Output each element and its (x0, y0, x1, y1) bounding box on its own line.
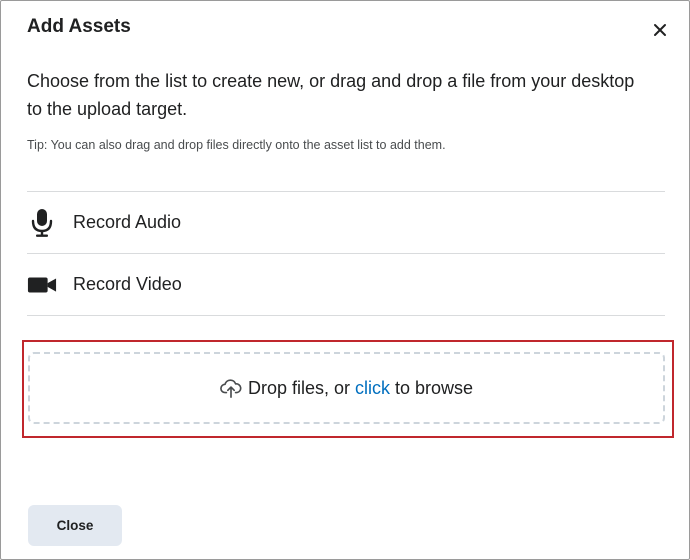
divider (27, 315, 665, 316)
record-video-label: Record Video (73, 274, 182, 294)
microphone-icon (27, 208, 57, 238)
cloud-upload-icon (220, 377, 242, 399)
browse-link[interactable]: click (355, 378, 390, 399)
video-camera-icon (27, 270, 57, 300)
dialog-intro-text: Choose from the list to create new, or d… (27, 71, 635, 119)
close-icon[interactable] (651, 21, 669, 39)
dropzone-suffix: to browse (395, 377, 474, 398)
record-audio-item[interactable]: Record Audio (27, 192, 665, 253)
record-audio-label: Record Audio (73, 212, 182, 232)
close-button[interactable]: Close (28, 505, 122, 546)
record-video-item[interactable]: Record Video (27, 254, 665, 315)
dialog-tip-text: Tip: You can also drag and drop files di… (27, 138, 446, 152)
file-dropzone[interactable]: Drop files, or click to browse (28, 352, 665, 424)
dropzone-prefix: Drop files, or (247, 377, 350, 398)
add-assets-dialog: Add Assets Choose from the list to creat… (0, 0, 690, 560)
dialog-title: Add Assets (27, 16, 131, 37)
